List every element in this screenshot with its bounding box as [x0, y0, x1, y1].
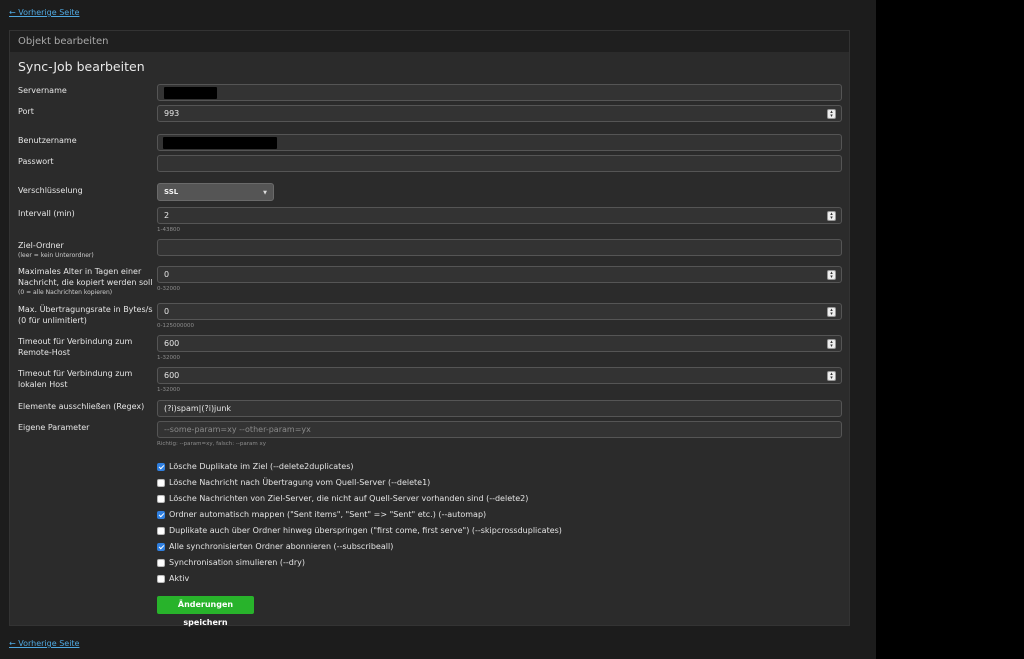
checkbox-icon[interactable]: [157, 495, 165, 503]
max-rate-stepper-icon[interactable]: ▴ ▾: [827, 307, 836, 317]
max-rate-label: Max. Übertragungsrate in Bytes/s (0 für …: [18, 305, 153, 325]
timeout-remote-label: Timeout für Verbindung zum Remote-Host: [18, 337, 133, 357]
target-folder-label: Ziel-Ordner (leer = kein Unterordner): [18, 240, 153, 261]
save-button[interactable]: Änderungen speichern: [157, 596, 254, 627]
max-rate-input[interactable]: 0 ▴ ▾: [157, 303, 842, 320]
timeout-remote-help: 1-32000: [157, 355, 180, 361]
port-stepper-icon[interactable]: ▴ ▾: [827, 109, 836, 119]
custom-params-placeholder: --some-param=xy --other-param=yx: [164, 425, 311, 434]
servername-label: Servername: [18, 86, 67, 95]
max-age-input[interactable]: 0 ▴ ▾: [157, 266, 842, 283]
max-age-help: 0-32000: [157, 286, 180, 292]
target-folder-hint: (leer = kein Unterordner): [18, 252, 94, 259]
page-title: Sync-Job bearbeiten: [18, 59, 145, 74]
max-age-label-text: Maximales Alter in Tagen einer Nachricht…: [18, 267, 153, 287]
timeout-remote-stepper-icon[interactable]: ▴ ▾: [827, 339, 836, 349]
checkbox-icon[interactable]: [157, 543, 165, 551]
checkbox-icon[interactable]: [157, 575, 165, 583]
back-link-bottom[interactable]: ← Vorherige Seite: [9, 639, 79, 648]
checkbox-label: Lösche Duplikate im Ziel (--delete2dupli…: [169, 462, 354, 471]
max-age-stepper-icon[interactable]: ▴ ▾: [827, 270, 836, 280]
port-input[interactable]: 993 ▴ ▾: [157, 105, 842, 122]
interval-help: 1-43800: [157, 227, 180, 233]
port-label: Port: [18, 107, 34, 116]
checkbox-icon[interactable]: [157, 463, 165, 471]
checkbox-label: Duplikate auch über Ordner hinweg übersp…: [169, 526, 562, 535]
custom-params-input[interactable]: --some-param=xy --other-param=yx: [157, 421, 842, 438]
checkbox-icon[interactable]: [157, 511, 165, 519]
exclude-input[interactable]: (?i)spam|(?i)junk: [157, 400, 842, 417]
custom-params-label: Eigene Parameter: [18, 423, 90, 432]
exclude-label: Elemente ausschließen (Regex): [18, 402, 145, 411]
username-input[interactable]: [157, 134, 842, 151]
redacted-block: [164, 87, 217, 99]
port-value: 993: [164, 109, 180, 118]
target-folder-input[interactable]: [157, 239, 842, 256]
max-age-label: Maximales Alter in Tagen einer Nachricht…: [18, 266, 153, 298]
checkbox-icon[interactable]: [157, 479, 165, 487]
timeout-remote-input[interactable]: 600 ▴ ▾: [157, 335, 842, 352]
interval-value: 2: [164, 211, 170, 220]
password-label: Passwort: [18, 157, 54, 166]
max-rate-value: 0: [164, 307, 170, 316]
checkbox-icon[interactable]: [157, 527, 165, 535]
checkbox-label: Lösche Nachricht nach Übertragung vom Qu…: [169, 478, 431, 487]
password-input[interactable]: [157, 155, 842, 172]
custom-params-help: Richtig: --param=xy, falsch: --param xy: [157, 441, 266, 447]
encryption-value: SSL: [164, 188, 179, 196]
timeout-local-label: Timeout für Verbindung zum lokalen Host: [18, 369, 133, 389]
checkbox-label: Aktiv: [169, 574, 190, 583]
checkbox-label: Ordner automatisch mappen ("Sent items",…: [169, 510, 487, 519]
caret-down-icon: ▼: [263, 190, 267, 196]
panel-heading: Objekt bearbeiten: [10, 31, 849, 52]
back-link-top[interactable]: ← Vorherige Seite: [9, 8, 79, 17]
encryption-select[interactable]: SSL ▼: [157, 183, 274, 201]
redacted-block: [163, 137, 277, 149]
timeout-local-stepper-icon[interactable]: ▴ ▾: [827, 371, 836, 381]
timeout-local-input[interactable]: 600 ▴ ▾: [157, 367, 842, 384]
checkbox-label: Lösche Nachrichten von Ziel-Server, die …: [169, 494, 529, 503]
edit-panel: Objekt bearbeiten Sync-Job bearbeiten Se…: [9, 30, 850, 627]
right-black-area: [876, 0, 1024, 659]
encryption-label: Verschlüsselung: [18, 186, 83, 195]
servername-input[interactable]: [157, 84, 842, 101]
timeout-local-help: 1-32000: [157, 387, 180, 393]
exclude-value: (?i)spam|(?i)junk: [164, 404, 232, 413]
checkbox-label: Alle synchronisierten Ordner abonnieren …: [169, 542, 394, 551]
max-rate-help: 0-125000000: [157, 323, 194, 329]
interval-input[interactable]: 2 ▴ ▾: [157, 207, 842, 224]
timeout-local-value: 600: [164, 371, 180, 380]
timeout-remote-value: 600: [164, 339, 180, 348]
max-age-hint: (0 = alle Nachrichten kopieren): [18, 289, 113, 296]
checkbox-label: Synchronisation simulieren (--dry): [169, 558, 305, 567]
checkbox-icon[interactable]: [157, 559, 165, 567]
target-folder-label-text: Ziel-Ordner: [18, 241, 64, 250]
interval-stepper-icon[interactable]: ▴ ▾: [827, 211, 836, 221]
max-age-value: 0: [164, 270, 170, 279]
username-label: Benutzername: [18, 136, 77, 145]
interval-label: Intervall (min): [18, 209, 75, 218]
